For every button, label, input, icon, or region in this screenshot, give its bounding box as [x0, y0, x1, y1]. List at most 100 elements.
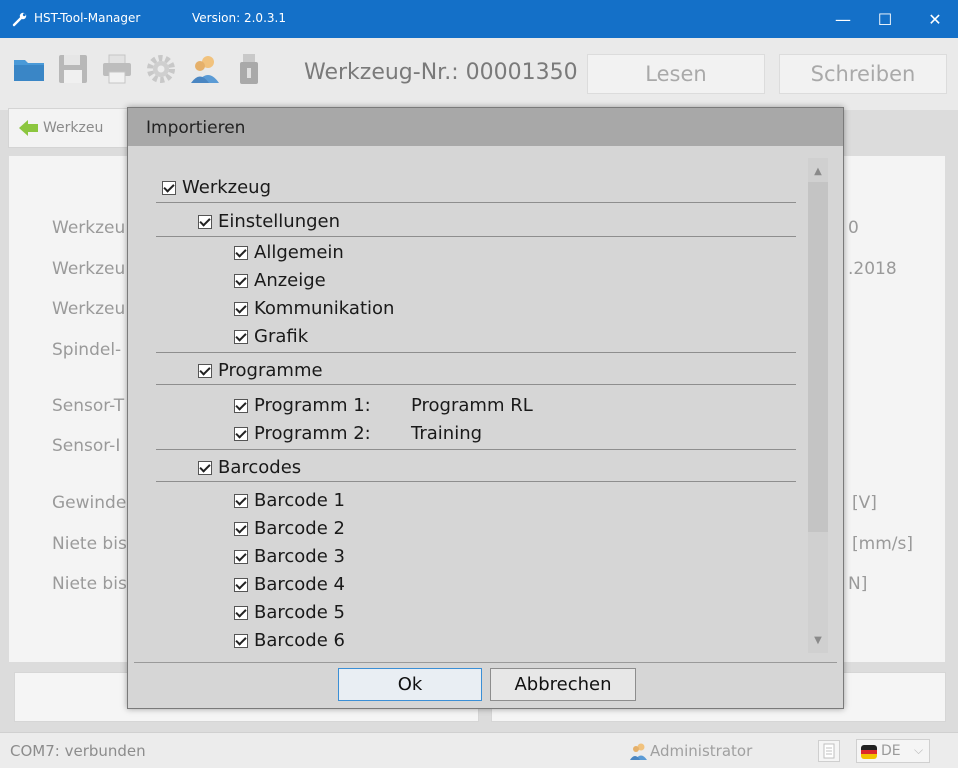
save-icon[interactable] [56, 52, 90, 86]
app-title: HST-Tool-Manager [34, 11, 141, 25]
checkbox[interactable] [234, 577, 248, 592]
node-label: Programme [218, 360, 323, 381]
checkbox[interactable] [234, 273, 248, 288]
checkbox[interactable] [234, 398, 248, 413]
bg-label: Niete bis [52, 534, 127, 554]
tree-separator [156, 236, 796, 237]
tree-node-barcode-1[interactable]: Barcode 1 [234, 490, 345, 511]
checkbox[interactable] [234, 605, 248, 620]
bg-label: Gewinde [52, 493, 127, 513]
write-button[interactable]: Schreiben [779, 54, 947, 94]
app-version: Version: 2.0.3.1 [192, 11, 286, 25]
tree-node-allgemein[interactable]: Allgemein [234, 242, 344, 263]
scroll-down-icon[interactable]: ▼ [808, 629, 828, 651]
scrollbar-thumb[interactable] [808, 182, 828, 532]
tree-node-programme[interactable]: Programme [198, 360, 323, 381]
node-label: Grafik [254, 326, 309, 347]
tree-node-einstellungen[interactable]: Einstellungen [198, 211, 340, 232]
node-label: Allgemein [254, 242, 344, 263]
node-label: Barcodes [218, 457, 302, 478]
checkbox[interactable] [234, 521, 248, 536]
tree-scrollbar[interactable]: ▲ ▼ [808, 158, 828, 653]
checkbox[interactable] [198, 363, 212, 378]
bg-unit: N] [848, 574, 868, 594]
tree-node-kommunikation[interactable]: Kommunikation [234, 298, 394, 319]
tree-separator [156, 449, 796, 450]
tree-node-barcode-6[interactable]: Barcode 6 [234, 630, 345, 651]
node-label: Anzeige [254, 270, 326, 291]
program-name: Training [411, 423, 483, 444]
dialog-separator [134, 662, 837, 663]
tree-node-grafik[interactable]: Grafik [234, 326, 308, 347]
german-flag-icon [861, 745, 877, 759]
bg-label: Sensor-T [52, 396, 125, 416]
tree-node-barcode-4[interactable]: Barcode 4 [234, 574, 345, 595]
checkbox[interactable] [198, 214, 212, 229]
node-label: Barcode 3 [254, 546, 345, 567]
close-button[interactable]: ✕ [912, 0, 958, 38]
bg-label: Niete bis [52, 574, 127, 594]
settings-icon[interactable] [144, 52, 178, 86]
scroll-up-icon[interactable]: ▲ [808, 160, 828, 182]
tool-number: Werkzeug-Nr.: 00001350 [304, 60, 578, 85]
checkbox[interactable] [234, 426, 248, 441]
tree-node-barcode-3[interactable]: Barcode 3 [234, 546, 345, 567]
wrench-icon [12, 12, 27, 27]
checkbox[interactable] [198, 460, 212, 475]
node-label: Barcode 5 [254, 602, 345, 623]
checkbox[interactable] [162, 180, 176, 195]
import-tree: Werkzeug Einstellungen Allgemein Anzeige… [128, 153, 808, 655]
tree-node-barcode-5[interactable]: Barcode 5 [234, 602, 345, 623]
ok-button[interactable]: Ok [338, 668, 482, 701]
tree-node-anzeige[interactable]: Anzeige [234, 270, 326, 291]
bg-value: 0 [848, 218, 859, 238]
checkbox[interactable] [234, 329, 248, 344]
tree-node-werkzeug[interactable]: Werkzeug [162, 177, 271, 198]
node-label: Kommunikation [254, 298, 395, 319]
checkbox[interactable] [234, 301, 248, 316]
user-icon [630, 743, 647, 760]
dialog-title-bar: Importieren [128, 108, 843, 146]
tree-node-barcode-2[interactable]: Barcode 2 [234, 518, 345, 539]
cancel-button[interactable]: Abbrechen [490, 668, 636, 701]
bg-label: Spindel- [52, 340, 122, 360]
connection-status: COM7: verbunden [10, 742, 146, 760]
maximize-button[interactable]: ☐ [862, 0, 908, 38]
minimize-button[interactable]: — [820, 0, 866, 38]
current-user[interactable]: Administrator [650, 742, 752, 760]
breadcrumb-label: Werkzeu [43, 120, 104, 136]
document-lines-icon [823, 743, 835, 759]
checkbox[interactable] [234, 549, 248, 564]
chevron-down-icon: ⌵ [914, 743, 924, 757]
bg-value: .2018 [848, 259, 897, 279]
bg-label: Werkzeu [52, 218, 126, 238]
checkbox[interactable] [234, 245, 248, 260]
node-label: Barcode 6 [254, 630, 345, 651]
bg-label: Werkzeu [52, 259, 126, 279]
status-bar: COM7: verbunden Administrator DE ⌵ [0, 732, 958, 768]
print-icon[interactable] [100, 52, 134, 86]
back-arrow-icon [19, 120, 38, 136]
bg-label: Sensor-I [52, 436, 121, 456]
tree-separator [156, 481, 796, 482]
node-label: Barcode 2 [254, 518, 345, 539]
folder-icon[interactable] [12, 52, 46, 86]
tree-node-programm-2[interactable]: Programm 2: [234, 423, 371, 444]
checkbox[interactable] [234, 493, 248, 508]
tree-separator [156, 202, 796, 203]
checkbox[interactable] [234, 633, 248, 648]
users-icon[interactable] [188, 52, 222, 86]
bg-unit: [V] [852, 493, 877, 513]
tree-node-barcodes[interactable]: Barcodes [198, 457, 301, 478]
language-select[interactable]: DE ⌵ [856, 739, 930, 763]
tree-separator [156, 384, 796, 385]
node-label: Programm 2: [254, 423, 371, 444]
document-icon[interactable] [818, 740, 840, 762]
read-button[interactable]: Lesen [587, 54, 765, 94]
program-name: Programm RL [411, 395, 533, 416]
tree-separator [156, 352, 796, 353]
usb-icon[interactable] [232, 52, 266, 86]
title-bar: HST-Tool-Manager Version: 2.0.3.1 — ☐ ✕ [0, 0, 958, 38]
node-label: Barcode 4 [254, 574, 345, 595]
tree-node-programm-1[interactable]: Programm 1: [234, 395, 371, 416]
